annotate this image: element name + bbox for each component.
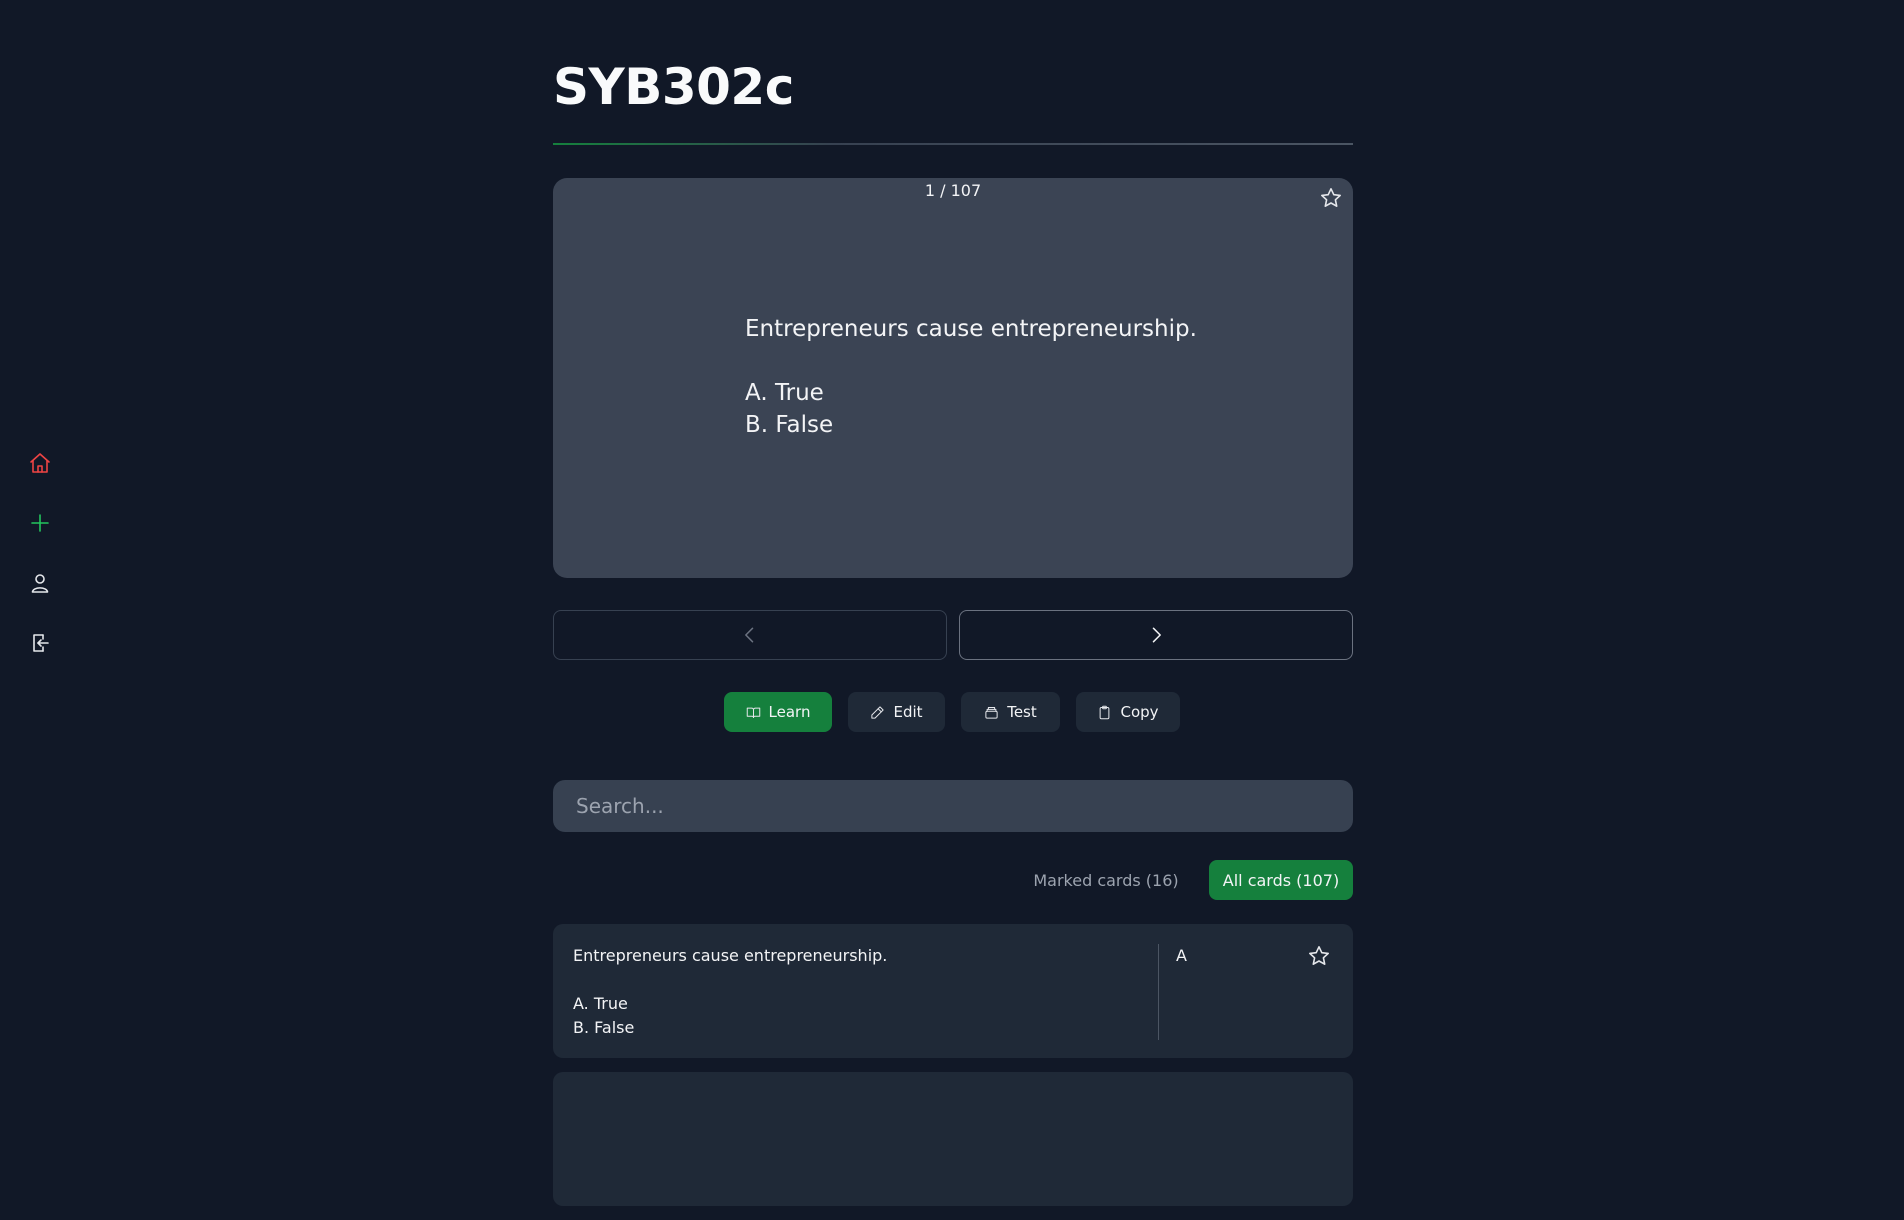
star-icon (1309, 946, 1329, 965)
home-icon (30, 453, 50, 473)
home-button[interactable] (26, 449, 54, 477)
page-title: SYB302c (553, 58, 794, 116)
copy-label: Copy (1120, 703, 1159, 721)
flashcard-line (745, 345, 1245, 377)
copy-button[interactable]: Copy (1076, 692, 1180, 732)
title-divider (553, 143, 1353, 145)
test-label: Test (1007, 703, 1037, 721)
learn-button[interactable]: Learn (724, 692, 832, 732)
pencil-icon (871, 705, 885, 719)
book-icon (746, 707, 760, 718)
learn-label: Learn (768, 703, 811, 721)
marked-cards-filter[interactable]: Marked cards (16) (1031, 860, 1181, 900)
chevron-right-icon (1152, 627, 1161, 643)
set-actions: Learn Edit Test Copy (553, 692, 1353, 732)
edit-label: Edit (893, 703, 923, 721)
flashcard-line: B. False (745, 412, 834, 438)
flashcard-text: Entrepreneurs cause entrepreneurship. A.… (745, 313, 1245, 441)
plus-icon (31, 514, 49, 532)
test-button[interactable]: Test (961, 692, 1060, 732)
sidebar (0, 0, 80, 1080)
next-card-button[interactable] (959, 610, 1353, 660)
card-divider (1158, 944, 1159, 1040)
card-term-line (573, 968, 1133, 992)
card-row (553, 1072, 1353, 1206)
flashcard-line: Entrepreneurs cause entrepreneurship. (745, 316, 1197, 342)
flashcard[interactable]: 1 / 107 Entrepreneurs cause entrepreneur… (553, 178, 1353, 578)
card-term-line: A. True (573, 994, 628, 1013)
card-term-line: Entrepreneurs cause entrepreneurship. (573, 946, 888, 965)
card-counter: 1 / 107 (924, 181, 982, 200)
chevron-left-icon (745, 627, 754, 643)
logout-icon (33, 634, 49, 652)
all-cards-filter[interactable]: All cards (107) (1209, 860, 1353, 900)
clipboard-icon (1100, 705, 1110, 719)
star-icon (1321, 188, 1341, 207)
flashcard-star-button[interactable] (1319, 186, 1345, 212)
logout-button[interactable] (26, 629, 54, 657)
card-term: Entrepreneurs cause entrepreneurship. A.… (573, 944, 1133, 1040)
card-row: Entrepreneurs cause entrepreneurship. A.… (553, 924, 1353, 1058)
user-icon (31, 574, 49, 593)
card-star-button[interactable] (1307, 944, 1333, 970)
previous-card-button[interactable] (553, 610, 947, 660)
edit-button[interactable]: Edit (848, 692, 945, 732)
flashcard-line: A. True (745, 380, 824, 406)
add-set-button[interactable] (26, 509, 54, 537)
card-term-line: B. False (573, 1018, 635, 1037)
cards-icon (985, 706, 998, 719)
profile-button[interactable] (26, 569, 54, 597)
search-input[interactable] (553, 780, 1353, 832)
card-definition: A (1176, 946, 1187, 965)
card-list: Entrepreneurs cause entrepreneurship. A.… (553, 924, 1353, 1220)
